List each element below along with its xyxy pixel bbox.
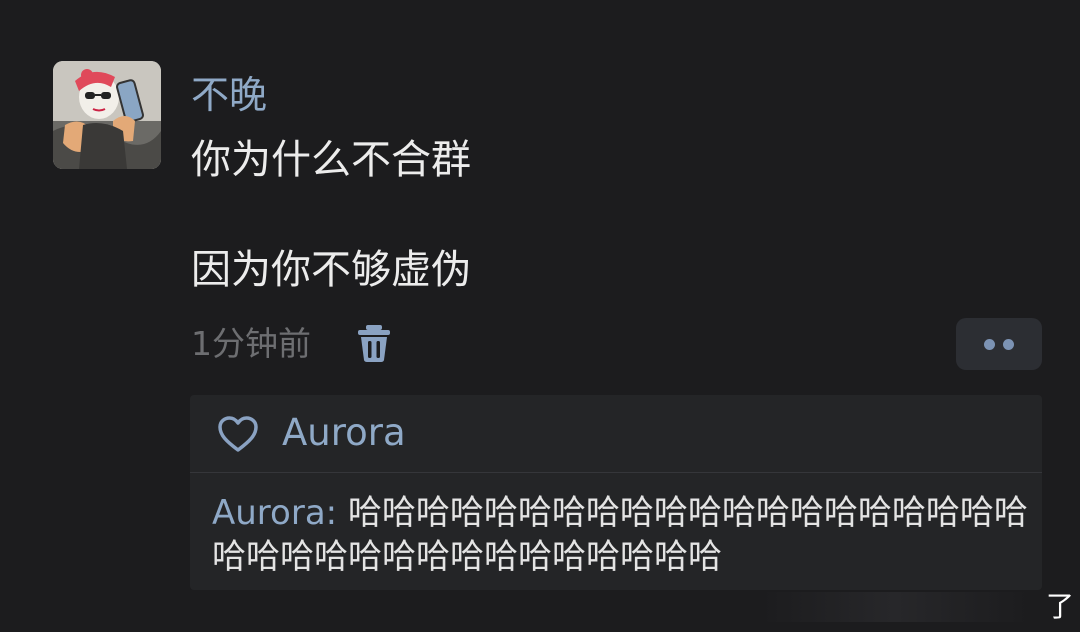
moments-post: 不晚 你为什么不合群 因为你不够虚伪 1分钟前 Aurora Aurora: 哈… (0, 0, 1080, 632)
like-user-name[interactable]: Aurora (282, 410, 406, 456)
likes-row: Aurora (190, 395, 1042, 472)
comment-item[interactable]: Aurora: 哈哈哈哈哈哈哈哈哈哈哈哈哈哈哈哈哈哈哈哈哈哈哈哈哈哈哈哈哈哈哈哈… (212, 491, 1038, 579)
heart-outline-icon (218, 416, 258, 452)
post-text-line-1: 你为什么不合群 (191, 137, 471, 183)
more-dots-icon (984, 339, 995, 350)
post-timestamp: 1分钟前 (191, 324, 311, 363)
interactions-panel: Aurora Aurora: 哈哈哈哈哈哈哈哈哈哈哈哈哈哈哈哈哈哈哈哈哈哈哈哈哈… (190, 395, 1042, 590)
post-author-name[interactable]: 不晚 (191, 72, 267, 118)
post-text-line-2: 因为你不够虚伪 (191, 247, 471, 293)
trash-icon (358, 325, 390, 362)
divider (190, 472, 1042, 473)
avatar[interactable] (53, 61, 161, 169)
avatar-illustration (53, 61, 161, 169)
corner-watermark-glyph: 了 (1046, 590, 1075, 623)
delete-button[interactable] (355, 322, 393, 364)
blurred-watermark (760, 592, 1030, 622)
comment-author[interactable]: Aurora: (212, 493, 337, 533)
more-actions-button[interactable] (956, 318, 1042, 370)
more-dots-icon (1003, 339, 1014, 350)
